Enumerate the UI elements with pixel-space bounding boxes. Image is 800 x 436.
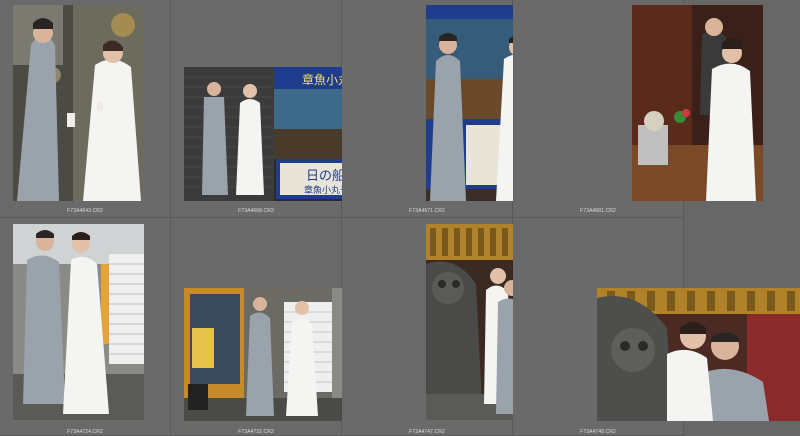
thumbnail-cell[interactable]: F73A4681.CR2 [513, 0, 763, 218]
stall-sign-title: 日の船 [306, 169, 346, 184]
thumbnail-photo-alley-embrace[interactable] [13, 224, 144, 420]
thumbnail-cell[interactable]: 章魚小丸子 日の船 章魚小丸子 F73A4668.CR2 [171, 0, 386, 218]
thumbnail-filename: F73A4748.CR2 [580, 429, 616, 435]
thumbnail-filename: F73A4681.CR2 [580, 208, 616, 214]
thumbnail-cell[interactable]: F73A4748.CR2 [513, 218, 800, 436]
thumbnail-cell[interactable]: F73A4671.CR2 [342, 0, 557, 218]
thumbnail-grid: F73A4643.CR2 章魚小丸子 日の船 章魚小丸子 F73A4668.CR… [0, 0, 800, 436]
thumbnail-photo-street-window[interactable] [13, 5, 144, 201]
thumbnail-filename: F73A4671.CR2 [409, 208, 445, 214]
thumbnail-filename: F73A4724.CR2 [67, 429, 103, 435]
thumbnail-cell[interactable]: F73A4732.CR2 [171, 218, 386, 436]
thumbnail-cell[interactable]: F73A4724.CR2 [0, 218, 171, 436]
thumbnail-photo-stall-counter[interactable] [632, 5, 763, 201]
thumbnail-filename: F73A4732.CR2 [238, 429, 274, 435]
thumbnail-filename: F73A4668.CR2 [238, 208, 274, 214]
thumbnail-cell[interactable]: F73A4643.CR2 [0, 0, 171, 218]
thumbnail-filename: F73A4643.CR2 [67, 208, 103, 214]
thumbnail-cell[interactable]: F73A4747.CR2 [342, 218, 557, 436]
thumbnail-filename: F73A4747.CR2 [409, 429, 445, 435]
thumbnail-photo-temple-piggyback[interactable] [597, 288, 800, 421]
